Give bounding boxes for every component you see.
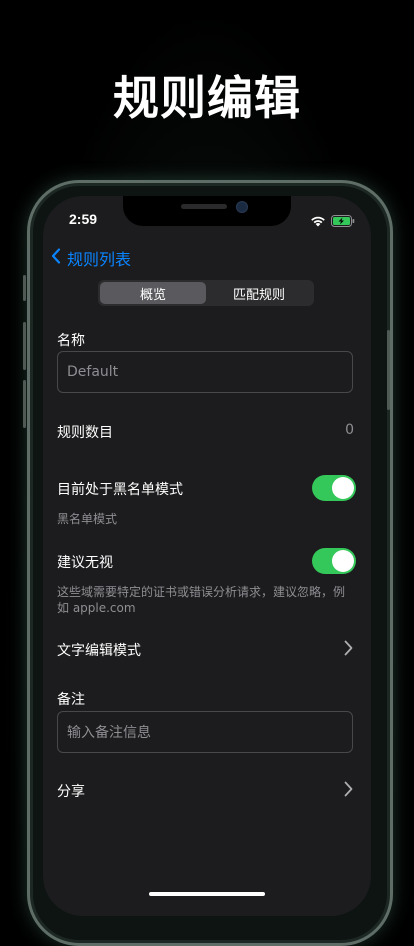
note-label: 备注 [57, 692, 85, 708]
ignore-suggestion-toggle[interactable] [312, 548, 356, 574]
wifi-icon [310, 212, 326, 231]
name-field[interactable]: Default [57, 351, 353, 393]
battery-charging-icon [331, 212, 355, 231]
blacklist-mode-hint: 黑名单模式 [57, 512, 118, 526]
ignore-suggestion-hint-line-1: 这些域需要特定的证书或错误分析请求，建议忽略，例 [57, 585, 346, 599]
phone-power-button [387, 330, 390, 410]
phone-volume-up [23, 322, 26, 370]
back-button[interactable]: 规则列表 [51, 246, 131, 270]
rule-count-value: 0 [345, 422, 354, 438]
text-edit-mode-row[interactable]: 文字编辑模式 [43, 632, 371, 666]
ignore-suggestion-label: 建议无视 [57, 555, 113, 571]
tab-overview[interactable]: 概览 [100, 282, 206, 304]
tab-match-rules[interactable]: 匹配规则 [206, 282, 312, 304]
front-camera [236, 201, 248, 213]
notch [123, 196, 291, 226]
chevron-right-icon [344, 640, 353, 660]
toggle-knob [332, 550, 354, 572]
speaker [181, 204, 227, 209]
note-field[interactable]: 输入备注信息 [57, 711, 353, 753]
text-edit-mode-label: 文字编辑模式 [57, 643, 141, 659]
home-indicator [149, 892, 265, 896]
back-button-label: 规则列表 [67, 250, 132, 269]
name-label: 名称 [57, 333, 85, 349]
chevron-right-icon [344, 781, 353, 801]
app-screen: 2:59 规则列表 概览 匹配规则 名称 Default 规则数目 0 目前处于… [43, 196, 371, 916]
phone-volume-down [23, 380, 26, 428]
status-time: 2:59 [69, 211, 98, 227]
headline: 规则编辑 [113, 71, 301, 125]
phone-silent-switch [23, 275, 26, 301]
ignore-suggestion-hint-line-2: 如 apple.com [57, 601, 136, 615]
rule-count-label: 规则数目 [57, 425, 113, 441]
chevron-left-icon [51, 248, 67, 268]
blacklist-mode-label: 目前处于黑名单模式 [57, 482, 183, 498]
share-label: 分享 [57, 784, 85, 800]
blacklist-mode-toggle[interactable] [312, 475, 356, 501]
segmented-control: 概览 匹配规则 [98, 280, 314, 306]
toggle-knob [332, 477, 354, 499]
status-icons [310, 212, 355, 231]
share-row[interactable]: 分享 [43, 773, 371, 807]
